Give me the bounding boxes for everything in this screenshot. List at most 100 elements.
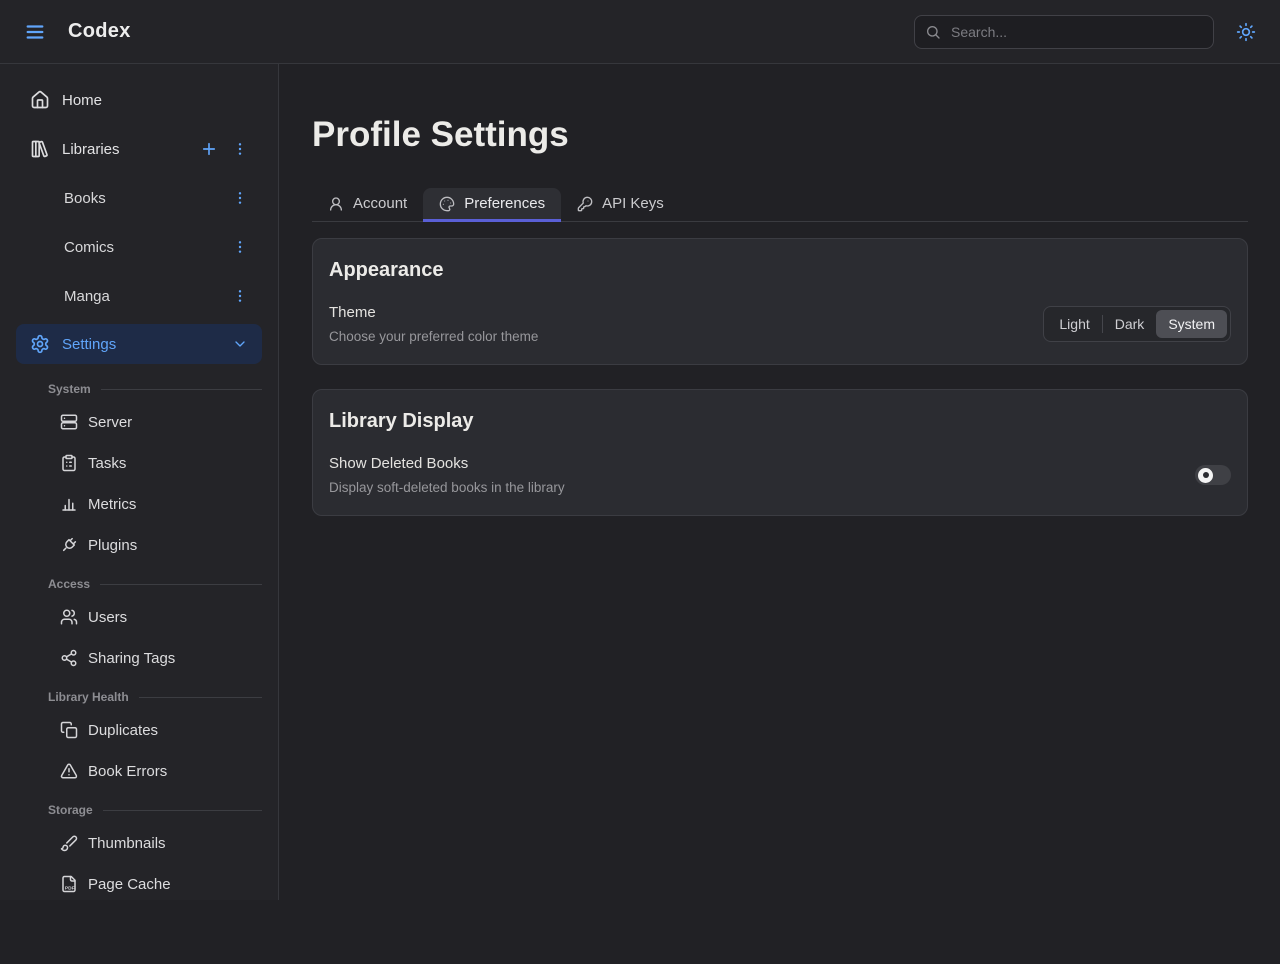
tab-api-keys[interactable]: API Keys <box>561 188 680 222</box>
sidebar-item-label: Settings <box>62 336 116 353</box>
tab-label: Account <box>353 195 407 212</box>
kebab-menu-icon <box>232 239 248 255</box>
kebab-menu-icon <box>232 141 248 157</box>
books-menu-button[interactable] <box>232 190 248 206</box>
show-deleted-setting-row: Show Deleted Books Display soft-deleted … <box>329 455 1231 495</box>
sidebar-item-sharing-tags[interactable]: Sharing Tags <box>16 644 262 672</box>
user-icon <box>328 196 344 212</box>
users-icon <box>60 608 78 626</box>
theme-option-system[interactable]: System <box>1156 310 1227 338</box>
theme-option-dark[interactable]: Dark <box>1103 310 1157 338</box>
theme-setting-row: Theme Choose your preferred color theme … <box>329 304 1231 344</box>
library-display-card: Library Display Show Deleted Books Displ… <box>312 389 1248 516</box>
section-divider <box>103 810 262 811</box>
chevron-down-icon <box>232 336 248 352</box>
sidebar-item-server[interactable]: Server <box>16 408 262 436</box>
section-label-system: System <box>16 382 262 396</box>
sidebar-item-home[interactable]: Home <box>16 86 262 114</box>
server-icon <box>60 413 78 431</box>
sidebar-item-label: Metrics <box>88 496 136 513</box>
sidebar-item-books[interactable]: Books <box>16 184 262 212</box>
hamburger-menu-icon <box>24 21 46 43</box>
sidebar-item-label: Users <box>88 609 127 626</box>
sidebar-item-label: Duplicates <box>88 722 158 739</box>
tab-account[interactable]: Account <box>312 188 423 222</box>
add-library-button[interactable] <box>200 140 218 158</box>
sidebar-item-label: Libraries <box>62 141 120 158</box>
plug-icon <box>60 536 78 554</box>
tab-label: Preferences <box>464 195 545 212</box>
tab-bar: Account Preferences API Keys <box>312 188 1248 222</box>
bar-chart-icon <box>60 495 78 513</box>
section-label-library-health: Library Health <box>16 690 262 704</box>
toggle-knob-dot <box>1203 472 1209 478</box>
theme-setting-text: Theme Choose your preferred color theme <box>329 304 538 344</box>
sidebar-item-label: Thumbnails <box>88 835 166 852</box>
library-icon <box>30 139 50 159</box>
setting-label: Show Deleted Books <box>329 455 565 472</box>
plus-icon <box>200 140 218 158</box>
search-bar[interactable] <box>914 15 1214 49</box>
show-deleted-setting-text: Show Deleted Books Display soft-deleted … <box>329 455 565 495</box>
search-input[interactable] <box>949 23 1203 41</box>
sidebar-item-duplicates[interactable]: Duplicates <box>16 716 262 744</box>
pdf-file-icon: PDF <box>60 875 78 893</box>
svg-text:PDF: PDF <box>65 886 75 892</box>
topbar: Codex <box>0 0 1280 64</box>
sun-icon <box>1236 22 1256 42</box>
sidebar: Home Libraries Books <box>0 64 279 900</box>
libraries-menu-button[interactable] <box>232 141 248 157</box>
tab-label: API Keys <box>602 195 664 212</box>
menu-button[interactable] <box>24 21 46 43</box>
kebab-menu-icon <box>232 288 248 304</box>
sidebar-item-tasks[interactable]: Tasks <box>16 449 262 477</box>
setting-description: Choose your preferred color theme <box>329 329 538 344</box>
warning-triangle-icon <box>60 762 78 780</box>
tab-preferences[interactable]: Preferences <box>423 188 561 222</box>
toggle-knob <box>1198 468 1213 483</box>
appearance-card: Appearance Theme Choose your preferred c… <box>312 238 1248 365</box>
manga-menu-button[interactable] <box>232 288 248 304</box>
app-title: Codex <box>68 20 131 43</box>
card-title: Library Display <box>329 410 1231 433</box>
section-divider <box>139 697 262 698</box>
sidebar-item-label: Comics <box>64 239 114 256</box>
sidebar-item-label: Tasks <box>88 455 126 472</box>
share-icon <box>60 649 78 667</box>
setting-label: Theme <box>329 304 538 321</box>
kebab-menu-icon <box>232 190 248 206</box>
theme-toggle-button[interactable] <box>1232 18 1260 46</box>
sidebar-item-book-errors[interactable]: Book Errors <box>16 757 262 785</box>
search-icon <box>925 24 941 40</box>
sidebar-item-libraries[interactable]: Libraries <box>16 135 262 163</box>
sidebar-item-label: Server <box>88 414 132 431</box>
clipboard-icon <box>60 454 78 472</box>
copy-icon <box>60 721 78 739</box>
home-icon <box>30 90 50 110</box>
palette-icon <box>439 196 455 212</box>
sidebar-item-manga[interactable]: Manga <box>16 282 262 310</box>
show-deleted-toggle[interactable] <box>1195 465 1231 485</box>
gear-icon <box>30 334 50 354</box>
sidebar-item-label: Home <box>62 92 102 109</box>
comics-menu-button[interactable] <box>232 239 248 255</box>
section-label-access: Access <box>16 577 262 591</box>
sidebar-item-plugins[interactable]: Plugins <box>16 531 262 559</box>
sidebar-item-metrics[interactable]: Metrics <box>16 490 262 518</box>
sidebar-item-label: Books <box>64 190 106 207</box>
sidebar-item-comics[interactable]: Comics <box>16 233 262 261</box>
section-divider <box>100 584 262 585</box>
setting-description: Display soft-deleted books in the librar… <box>329 480 565 495</box>
sidebar-item-users[interactable]: Users <box>16 603 262 631</box>
sidebar-item-label: Manga <box>64 288 110 305</box>
sidebar-item-thumbnails[interactable]: Thumbnails <box>16 829 262 857</box>
section-divider <box>101 389 262 390</box>
sidebar-item-page-cache[interactable]: PDF Page Cache <box>16 870 262 898</box>
key-icon <box>577 196 593 212</box>
theme-option-light[interactable]: Light <box>1047 310 1101 338</box>
sidebar-item-label: Page Cache <box>88 876 171 893</box>
sidebar-item-label: Sharing Tags <box>88 650 175 667</box>
card-title: Appearance <box>329 259 1231 282</box>
page-title: Profile Settings <box>312 114 1248 156</box>
sidebar-item-settings[interactable]: Settings <box>16 324 262 364</box>
